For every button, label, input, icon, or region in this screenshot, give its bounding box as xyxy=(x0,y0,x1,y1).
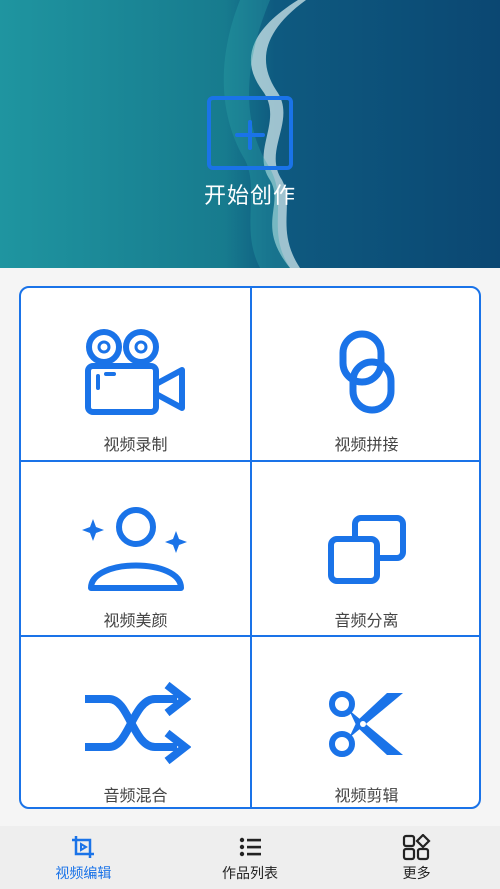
tile-label: 视频录制 xyxy=(103,435,168,454)
nav-label: 视频编辑 xyxy=(55,866,112,882)
nav-more[interactable]: 更多 xyxy=(333,826,500,889)
audio-mix-tile[interactable]: 音频混合 xyxy=(21,637,250,807)
tile-label: 音频分离 xyxy=(334,611,399,630)
video-camera-icon xyxy=(21,328,250,416)
video-beauty-tile[interactable]: 视频美颜 xyxy=(21,462,250,635)
create-label: 开始创作 xyxy=(203,184,296,209)
shuffle-icon xyxy=(21,677,250,769)
list-icon xyxy=(167,834,334,860)
tile-label: 视频拼接 xyxy=(334,435,399,454)
video-join-tile[interactable]: 视频拼接 xyxy=(252,288,479,460)
tile-label: 音频混合 xyxy=(103,786,168,805)
apps-grid-icon xyxy=(333,834,500,862)
feature-grid: 视频录制 视频拼接 视频美颜 音频分离 音频混合 视频剪辑 xyxy=(19,286,481,809)
bottom-navigation: 视频编辑 作品列表 更多 xyxy=(0,826,500,889)
video-edit-tile[interactable]: 视频剪辑 xyxy=(252,637,479,807)
scissors-icon xyxy=(252,689,479,759)
audio-separate-tile[interactable]: 音频分离 xyxy=(252,462,479,635)
create-button[interactable] xyxy=(207,96,293,170)
overlap-squares-icon xyxy=(252,515,479,585)
nav-label: 作品列表 xyxy=(222,866,278,882)
nav-works-list[interactable]: 作品列表 xyxy=(167,826,334,889)
tile-label: 视频美颜 xyxy=(103,611,168,630)
nav-video-edit[interactable]: 视频编辑 xyxy=(0,826,167,889)
tile-label: 视频剪辑 xyxy=(334,786,399,805)
beauty-person-icon xyxy=(21,506,250,592)
chain-link-icon xyxy=(252,330,479,414)
crop-video-icon xyxy=(0,834,167,860)
video-record-tile[interactable]: 视频录制 xyxy=(21,288,250,460)
nav-label: 更多 xyxy=(402,866,431,882)
hero-banner: 开始创作 xyxy=(0,0,500,268)
